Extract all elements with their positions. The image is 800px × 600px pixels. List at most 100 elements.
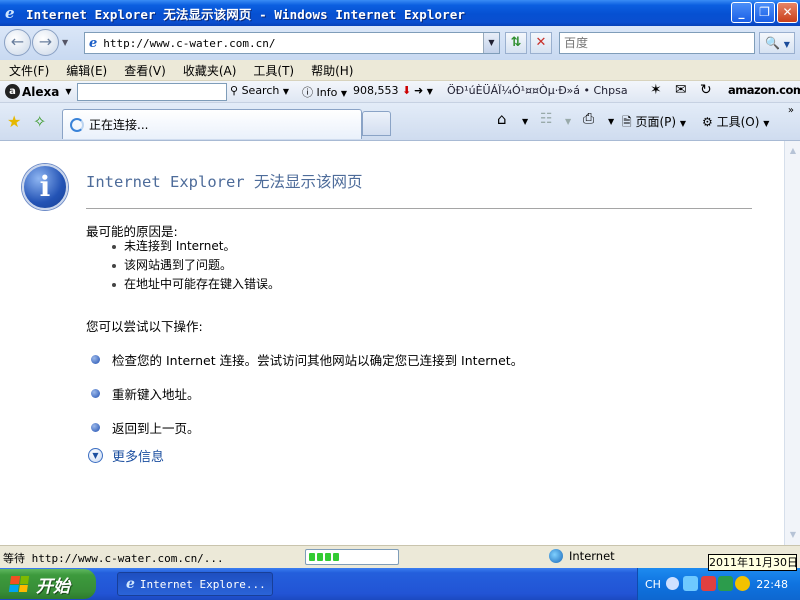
ie-logo-icon: e	[5, 4, 15, 22]
security-zone[interactable]: Internet	[549, 549, 615, 563]
close-button[interactable]: ✕	[777, 2, 798, 23]
new-tab-button[interactable]	[362, 111, 391, 136]
more-info-label: 更多信息	[112, 450, 165, 465]
globe-arrow-icon[interactable]: ↻	[700, 82, 712, 98]
progress-fill	[309, 553, 339, 561]
home-dropdown-icon[interactable]: ▼	[522, 117, 528, 126]
search-input[interactable]	[560, 33, 754, 53]
history-dropdown-icon[interactable]: ▼	[62, 38, 68, 47]
alexa-search-button[interactable]: ⚲ Search ▼	[230, 84, 289, 97]
progress-bar	[305, 549, 399, 565]
list-item: 重新键入地址。	[91, 376, 523, 410]
action-text: 检查您的 Internet 连接。尝试访问其他网站以确定您已连接到 Intern…	[112, 352, 524, 368]
list-item[interactable]: 返回到上一页。	[91, 410, 523, 444]
maximize-button[interactable]: ❐	[754, 2, 775, 23]
address-dropdown-icon[interactable]: ▼	[483, 33, 499, 53]
menu-file[interactable]: 文件(F)	[0, 62, 57, 79]
list-item: 该网站遇到了问题。	[112, 256, 280, 275]
mail-icon[interactable]: ✉	[675, 82, 687, 98]
menu-bar: 文件(F) 编辑(E) 查看(V) 收藏夹(A) 工具(T) 帮助(H)	[0, 60, 800, 81]
menu-view[interactable]: 查看(V)	[115, 62, 174, 79]
bullet-dot-icon	[91, 422, 100, 432]
tools-menu[interactable]: ⚙ 工具(O) ▼	[702, 113, 769, 130]
chevron-more-icon[interactable]: »	[788, 105, 794, 116]
search-options-icon[interactable]: ▼	[784, 40, 790, 49]
search-button[interactable]: 🔍 ▼	[759, 32, 795, 54]
bullet-dot-icon	[91, 354, 100, 364]
page-doc-icon: 🗎	[622, 115, 632, 129]
action-text: 重新键入地址。	[112, 386, 200, 402]
more-info-link[interactable]: ▼ 更多信息	[88, 446, 164, 465]
start-label: 开始	[36, 576, 70, 597]
address-url[interactable]: http://www.c-water.com.cn/	[103, 37, 275, 50]
status-bar: 等待 http://www.c-water.com.cn/... Interne…	[0, 545, 800, 568]
menu-help[interactable]: 帮助(H)	[302, 62, 361, 79]
clock[interactable]: 22:48	[756, 578, 788, 591]
windows-flag-icon	[8, 576, 30, 592]
loading-spinner-icon	[70, 117, 84, 132]
date-tooltip: 2011年11月30日	[708, 554, 798, 571]
feeds-dropdown-icon[interactable]: ▼	[565, 117, 571, 126]
ie-logo-icon: e	[126, 576, 135, 592]
sparkle-icon[interactable]: ✶	[650, 82, 662, 98]
alexa-site-title[interactable]: ÖÐ¹úÈÜÁÏ¼Ó¹¤¤Òµ·Ð»á • Chpsa	[447, 84, 628, 97]
menu-tools[interactable]: 工具(T)	[244, 62, 302, 79]
divider	[86, 208, 752, 209]
shield-icon[interactable]	[718, 576, 733, 591]
bullet-dot-icon	[91, 388, 100, 398]
menu-favorites[interactable]: 收藏夹(A)	[174, 62, 245, 79]
list-item: 在地址中可能存在键入错误。	[112, 275, 280, 294]
tab-active[interactable]: 正在连接...	[62, 109, 362, 139]
home-icon[interactable]: ⌂	[497, 110, 507, 128]
search-icon: 🔍	[765, 36, 780, 50]
add-favorite-icon[interactable]: ✧	[33, 112, 46, 131]
actions-heading: 您可以尝试以下操作:	[86, 319, 203, 334]
refresh-button[interactable]: ⇅	[505, 32, 527, 54]
update-icon[interactable]	[735, 576, 750, 591]
menu-edit[interactable]: 编辑(E)	[57, 62, 115, 79]
alexa-related-button[interactable]: ➜ ▼	[414, 84, 433, 97]
causes-list: 未连接到 Internet。 该网站遇到了问题。 在地址中可能存在键入错误。	[112, 237, 280, 294]
error-page: i Internet Explorer 无法显示该网页 最可能的原因是: 未连接…	[0, 141, 784, 545]
security-alert-icon[interactable]	[701, 576, 716, 591]
favorites-star-icon[interactable]: ★	[7, 112, 21, 131]
address-field[interactable]: e http://www.c-water.com.cn/ ▼	[84, 32, 500, 54]
page-menu[interactable]: 🗎 页面(P) ▼	[622, 113, 686, 134]
search-box[interactable]	[559, 32, 755, 54]
info-circle-icon: ⓘ	[302, 86, 313, 99]
feeds-icon[interactable]: ☷	[540, 111, 553, 127]
expand-chevron-icon: ▼	[88, 448, 103, 463]
minimize-button[interactable]: _	[731, 2, 752, 23]
language-indicator[interactable]: CH	[645, 578, 661, 591]
start-button[interactable]: 开始	[0, 569, 96, 599]
page-icon: e	[89, 35, 98, 51]
amazon-link[interactable]: amazon.com.	[728, 83, 800, 97]
site-abbr-text: Chpsa	[593, 84, 628, 97]
scroll-up-arrow-icon[interactable]: ▲	[786, 143, 800, 159]
window-title: Internet Explorer 无法显示该网页 - Windows Inte…	[26, 6, 465, 22]
site-title-text: ÖÐ¹úÈÜÁÏ¼Ó¹¤¤Òµ·Ð»á	[447, 84, 581, 97]
taskbar-ie-item[interactable]: e Internet Explore...	[117, 572, 273, 596]
back-link[interactable]: 返回到上一页。	[112, 418, 200, 437]
zone-label: Internet	[569, 549, 615, 563]
rank-down-arrow-icon: ⬇	[402, 84, 412, 97]
back-button[interactable]: ←	[4, 29, 31, 56]
vertical-scrollbar[interactable]: ▲ ▼	[784, 141, 800, 545]
list-item: 检查您的 Internet 连接。尝试访问其他网站以确定您已连接到 Intern…	[91, 342, 523, 376]
alexa-search-label: Search	[241, 84, 280, 97]
info-icon: i	[22, 164, 68, 210]
stop-button[interactable]: ✕	[530, 32, 552, 54]
alexa-search-input[interactable]	[77, 83, 227, 101]
tray-expand-icon[interactable]	[666, 577, 679, 590]
window-title-bar[interactable]: e Internet Explorer 无法显示该网页 - Windows In…	[0, 0, 800, 26]
alexa-info-button[interactable]: ⓘ Info ▼	[302, 84, 347, 100]
print-dropdown-icon[interactable]: ▼	[608, 117, 614, 126]
scroll-down-arrow-icon[interactable]: ▼	[786, 527, 800, 543]
network-icon[interactable]	[683, 576, 698, 591]
print-icon[interactable]: ⎙	[583, 111, 594, 127]
status-message: 等待 http://www.c-water.com.cn/...	[3, 552, 224, 565]
alexa-menu[interactable]: a Alexa ▼	[5, 84, 72, 99]
alexa-toolbar: a Alexa ▼ ⚲ Search ▼ ⓘ Info ▼ 908,553 ⬇ …	[0, 81, 800, 103]
alexa-rank[interactable]: 908,553 ⬇	[353, 84, 411, 97]
forward-button[interactable]: →	[32, 29, 59, 56]
